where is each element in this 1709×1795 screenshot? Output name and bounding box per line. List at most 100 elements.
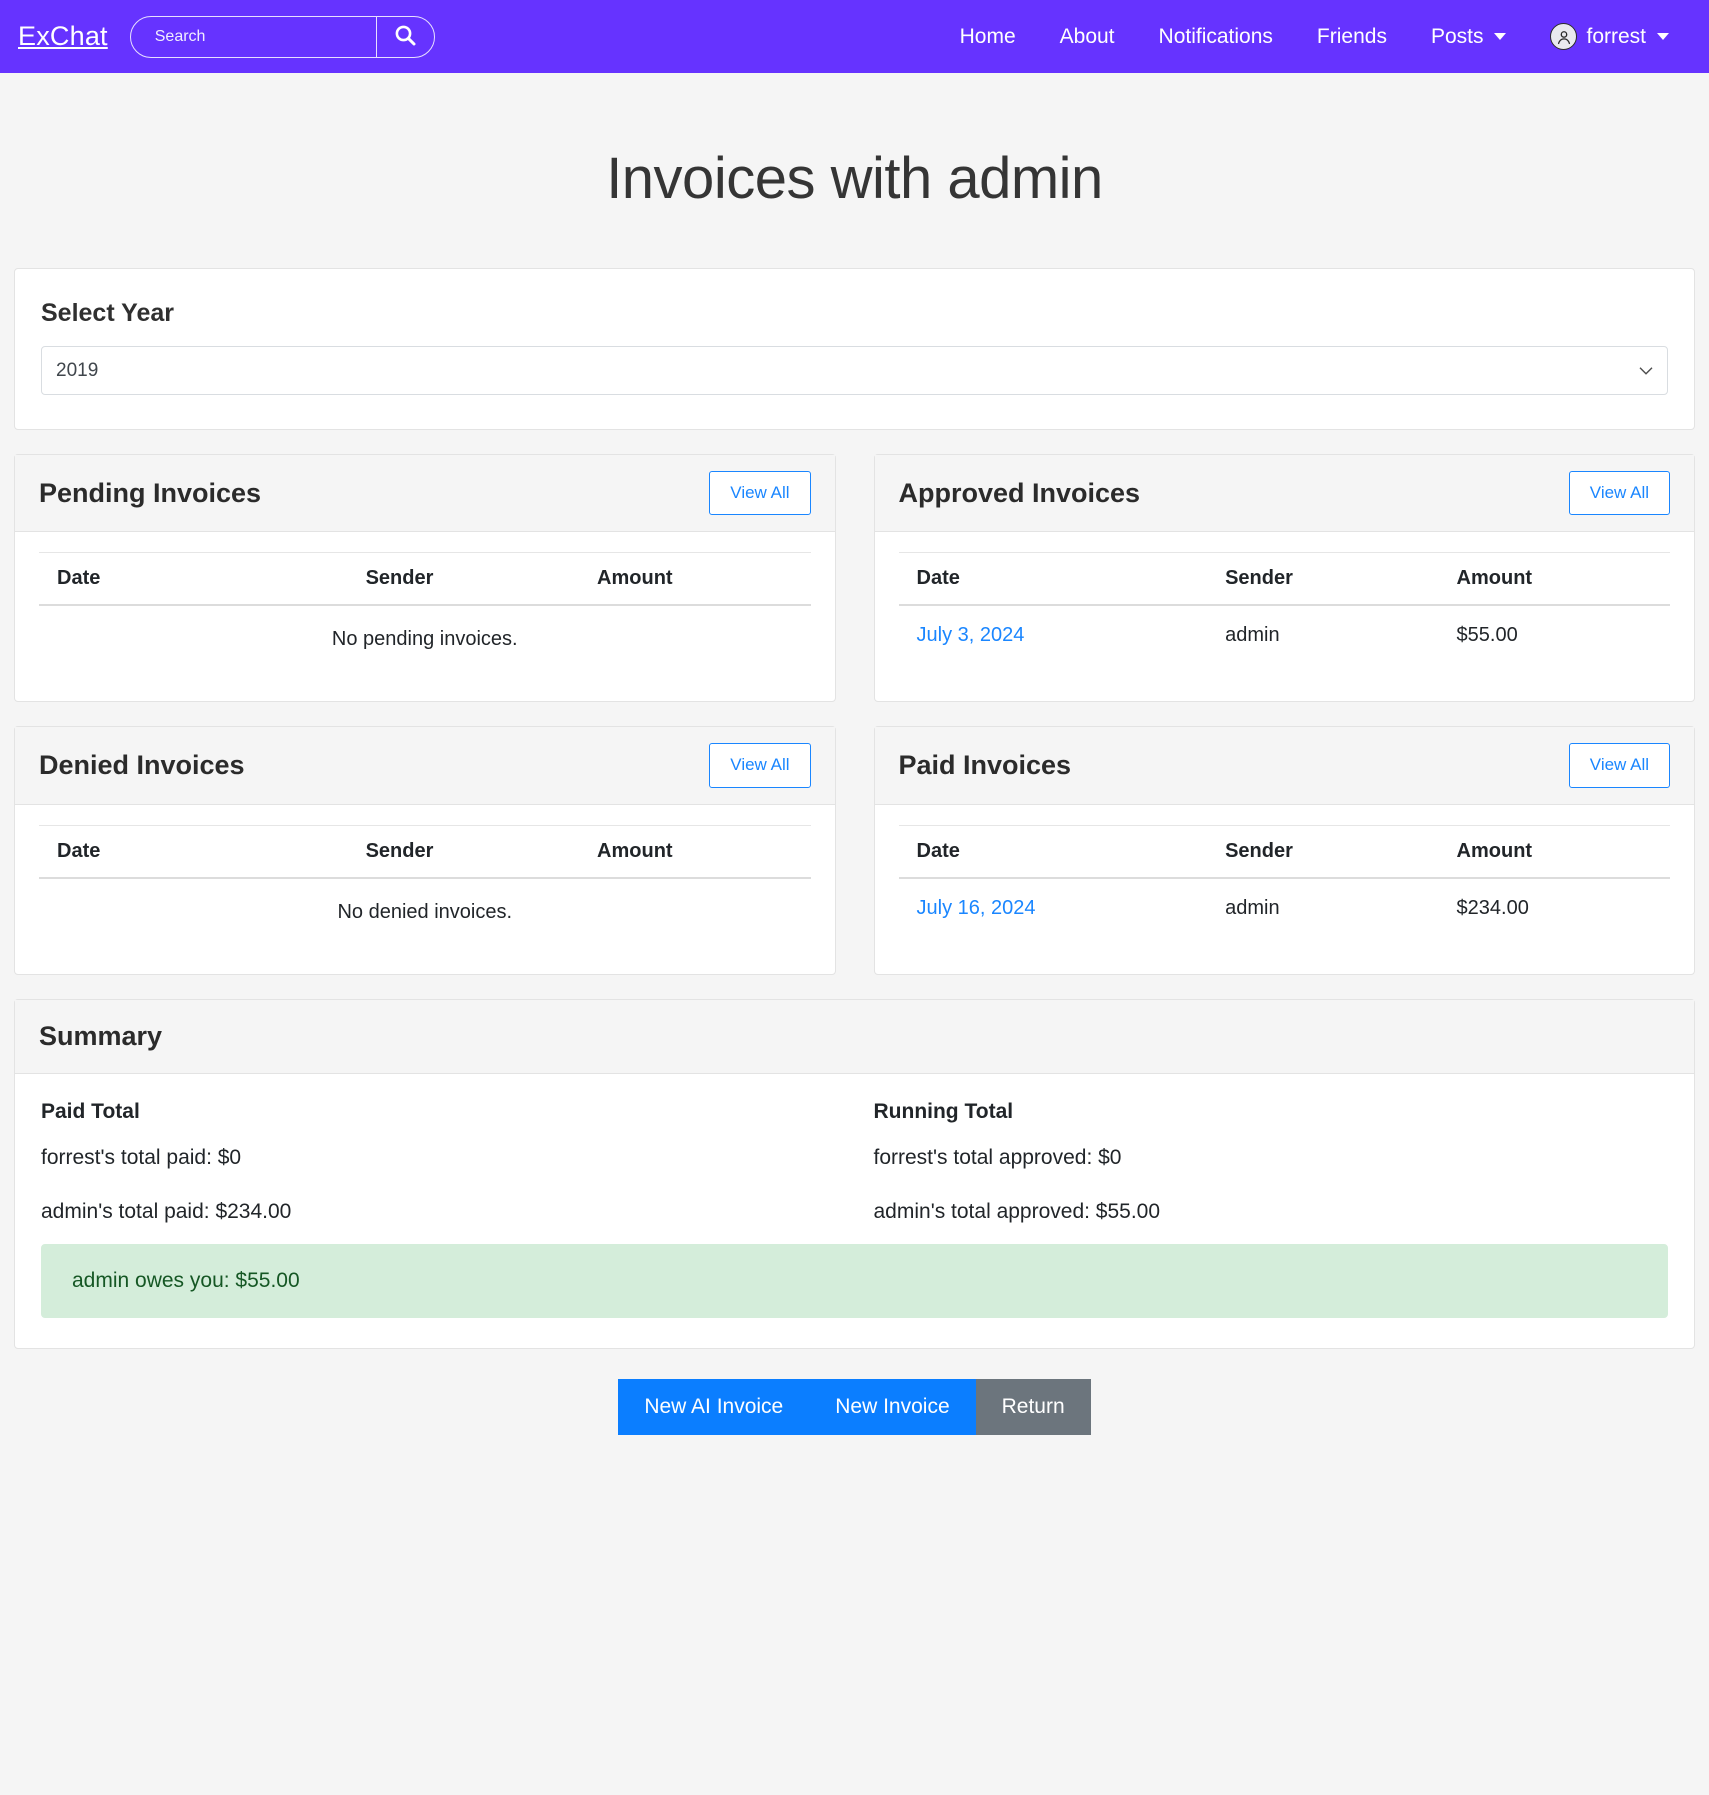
nav-link-about-label: About [1059,24,1115,48]
nav-dropdown-posts[interactable]: Posts [1409,17,1529,57]
table-body: July 16, 2024 admin $234.00 [899,878,1671,938]
denied-view-all-button[interactable]: View All [709,743,811,788]
running-total-column: Running Total forrest's total approved: … [874,1100,1669,1224]
invoice-date-link[interactable]: July 16, 2024 [917,897,1036,919]
nav-dropdown-posts-label: Posts [1430,24,1484,48]
summary-title: Summary [39,1020,163,1051]
footer-button-group: New AI Invoice New Invoice Return [618,1378,1091,1435]
new-ai-invoice-button[interactable]: New AI Invoice [618,1378,810,1435]
table-head: Date Sender Amount [39,552,811,607]
top-navbar: ExChat Home About Notifications Friends … [0,0,1709,73]
denied-empty-message: No denied invoices. [337,900,513,923]
invoice-date-cell: July 3, 2024 [899,605,1208,665]
table-body: No denied invoices. [39,878,811,946]
table-header-row: Date Sender Amount [898,552,1670,607]
column-header-date: Date [39,552,348,607]
column-header-sender: Sender [347,824,580,879]
invoice-sender-cell: admin [1225,624,1280,647]
running-total-heading: Running Total [873,1099,1014,1123]
summary-header: Summary [15,999,1694,1074]
column-header-date: Date [898,552,1208,607]
summary-card: Summary Paid Total forrest's total paid:… [14,998,1695,1349]
nav-link-friends[interactable]: Friends [1295,17,1409,57]
column-header-sender: Sender [1207,824,1439,879]
table-row: July 3, 2024 admin $55.00 [899,605,1671,665]
return-button[interactable]: Return [975,1378,1091,1435]
invoice-amount-cell: $55.00 [1456,624,1518,647]
paid-invoices-body: Date Sender Amount July 16, 2024 admin $… [875,805,1695,966]
nav-link-notifications-label: Notifications [1158,24,1273,48]
column-header-date: Date [898,824,1208,879]
table-header-row: Date Sender Amount [898,824,1670,879]
primary-nav: Home About Notifications Friends Posts f… [938,15,1691,58]
approved-view-all-button[interactable]: View All [1568,471,1670,516]
nav-link-home-label: Home [959,24,1016,48]
denied-invoices-body: Date Sender Amount No denied invoices. [15,805,835,974]
table-head: Date Sender Amount [898,824,1670,879]
invoice-cards-grid: Pending Invoices View All Date Sender Am… [14,454,1695,999]
column-header-amount: Amount [1438,552,1670,607]
approved-invoices-title: Approved Invoices [898,477,1141,508]
page-title: Invoices with admin [606,146,1103,211]
denied-invoices-header: Denied Invoices View All [15,727,835,805]
summary-body: Paid Total forrest's total paid: $0 admi… [15,1074,1694,1348]
paid-total-other: admin's total paid: $234.00 [41,1199,292,1223]
table-row: No denied invoices. [39,878,811,946]
approved-invoices-card: Approved Invoices View All Date Sender A… [873,454,1695,703]
summary-grid: Paid Total forrest's total paid: $0 admi… [41,1100,1668,1224]
pending-invoices-card: Pending Invoices View All Date Sender Am… [14,454,836,703]
column-header-date: Date [39,824,348,879]
select-year-label: Select Year [41,299,174,327]
denied-invoices-card: Denied Invoices View All Date Sender Amo… [14,726,836,975]
search-input[interactable] [130,16,376,57]
table-header-row: Date Sender Amount [39,824,811,879]
nav-link-notifications[interactable]: Notifications [1137,17,1295,57]
pending-view-all-button[interactable]: View All [709,471,811,516]
paid-total-heading: Paid Total [41,1099,140,1123]
nav-dropdown-user[interactable]: forrest [1528,15,1691,58]
invoice-sender-cell: admin [1225,896,1280,919]
new-invoice-button[interactable]: New Invoice [809,1378,976,1435]
table-body: No pending invoices. [39,605,811,673]
year-select[interactable]: 2019 [41,346,1668,395]
search-button[interactable] [375,16,434,57]
table-head: Date Sender Amount [39,824,811,879]
denied-invoices-title: Denied Invoices [39,750,245,781]
chevron-down-icon [1494,33,1507,40]
nav-dropdown-user-label: forrest [1586,24,1646,48]
search-icon [393,23,417,50]
invoice-date-cell: July 16, 2024 [899,878,1208,938]
table-header-row: Date Sender Amount [39,552,811,607]
paid-invoices-title: Paid Invoices [898,750,1072,781]
pending-invoices-header: Pending Invoices View All [15,455,835,533]
column-header-sender: Sender [347,552,580,607]
nav-link-friends-label: Friends [1316,24,1387,48]
paid-invoices-card: Paid Invoices View All Date Sender Amoun… [873,726,1695,975]
invoice-amount-cell: $234.00 [1456,896,1529,919]
approved-invoices-header: Approved Invoices View All [874,455,1694,533]
table-row: July 16, 2024 admin $234.00 [899,878,1671,938]
table-head: Date Sender Amount [898,552,1670,607]
pending-invoices-table: Date Sender Amount No pending invoices. [39,552,811,673]
page-content: Invoices with admin Select Year 2019 Pen… [0,145,1709,1435]
paid-total-column: Paid Total forrest's total paid: $0 admi… [41,1100,836,1224]
approved-invoices-body: Date Sender Amount July 3, 2024 admin $5… [875,532,1695,693]
pending-empty-message: No pending invoices. [331,628,518,651]
denied-invoices-table: Date Sender Amount No denied invoices. [39,824,811,946]
pending-invoices-body: Date Sender Amount No pending invoices. [15,532,835,701]
pending-invoices-title: Pending Invoices [39,477,262,508]
paid-invoices-header: Paid Invoices View All [874,727,1694,805]
paid-invoices-table: Date Sender Amount July 16, 2024 admin $… [898,824,1671,938]
footer-actions: New AI Invoice New Invoice Return [14,1378,1695,1435]
nav-link-home[interactable]: Home [938,17,1038,57]
paid-total-self: forrest's total paid: $0 [41,1145,242,1169]
paid-view-all-button[interactable]: View All [1568,743,1670,788]
brand-logo[interactable]: ExChat [18,21,108,52]
select-year-wrapper: 2019 [41,346,1668,395]
invoice-date-link[interactable]: July 3, 2024 [917,624,1025,646]
chevron-down-icon [1657,33,1669,40]
approved-invoices-table: Date Sender Amount July 3, 2024 admin $5… [898,552,1671,665]
select-year-card: Select Year 2019 [14,268,1695,430]
nav-link-about[interactable]: About [1038,17,1137,57]
select-year-body: Select Year 2019 [15,269,1694,429]
